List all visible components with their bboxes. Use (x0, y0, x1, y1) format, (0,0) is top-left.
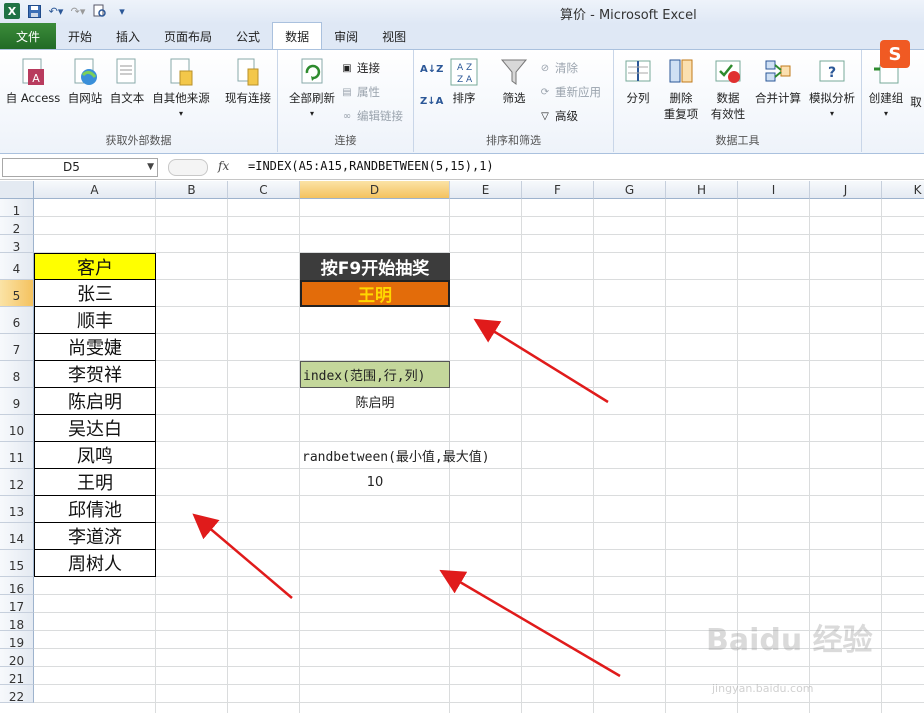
arrow-to-winner (473, 318, 609, 404)
arrow-to-formulas (439, 569, 621, 678)
annotation-arrows (192, 318, 621, 678)
arrow-to-customers (192, 513, 293, 599)
